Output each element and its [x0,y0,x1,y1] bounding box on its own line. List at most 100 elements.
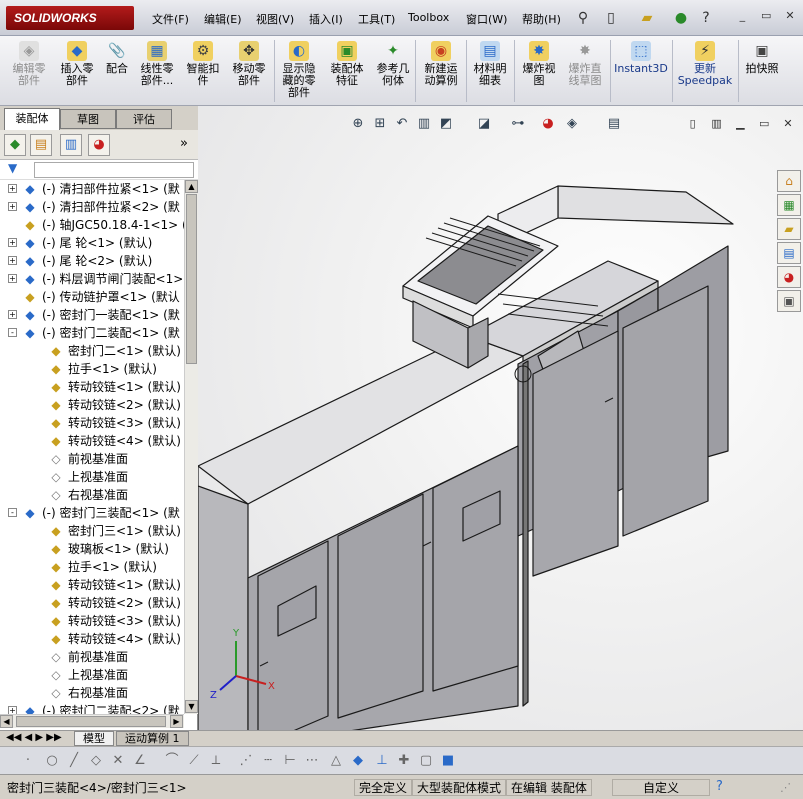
pin-icon[interactable]: ⚲ [574,9,592,27]
exploded-view-button[interactable]: ✸ 爆炸视 图 [516,38,562,104]
tree-item[interactable]: ◇ 前视基准面 [0,648,184,666]
tab-scroll-arrows-icon[interactable]: ◀◀ ◀ ▶ ▶▶ [6,732,62,743]
menu-insert[interactable]: 插入(I) [309,11,343,27]
resize-grip-icon[interactable]: ⋰ [780,781,791,794]
minimize-icon[interactable]: _ [733,8,751,24]
expand-icon[interactable]: + [8,184,17,193]
construction-line-icon[interactable]: ⋰ [236,751,256,771]
help-icon[interactable]: ? [716,779,723,794]
menu-file[interactable]: 文件(F) [152,11,189,27]
tree-item[interactable]: ◆ 玻璃板<1> (默认) [0,540,184,558]
status-custom-units[interactable]: 自定义 [612,779,710,796]
tree-horizontal-scrollbar[interactable]: ◀ ▶ [0,714,184,728]
graphics-area[interactable]: ⊕ ⊞ ↶ ▥ ◩ ◪ ⊶ ◕ ◈ ▤ ▯ ▥ ▁ ▭ ✕ ⌂ ▦ ▰ ▤ ◕ … [198,106,803,746]
tree-item[interactable]: ◆ 转动铰链<1> (默认) [0,576,184,594]
menu-tools[interactable]: 工具(T) [358,11,395,27]
edit-component-button[interactable]: ◈ 编辑零 部件 [6,38,52,104]
plane-icon[interactable]: △ [326,751,346,771]
tree-item[interactable]: ◆ 转动铰链<2> (默认) [0,594,184,612]
tab-motion-study[interactable]: 运动算例 1 [116,731,189,746]
take-snapshot-button[interactable]: ▣ 拍快照 [740,38,784,104]
menu-view[interactable]: 视图(V) [256,11,294,27]
tree-item[interactable]: + ◆ (-) 尾 轮<2> (默认) [0,252,184,270]
line-icon[interactable]: ╱ [64,751,84,771]
filter-icon[interactable]: ▼ [8,161,17,175]
tree-item[interactable]: - ◆ (-) 密封门二装配<1> (默 [0,324,184,342]
expand-panel-icon[interactable]: » [180,136,188,151]
offset-icon[interactable]: ⟂ [206,751,226,771]
tree-item[interactable]: + ◆ (-) 清扫部件拉紧<2> (默 [0,198,184,216]
box-icon[interactable]: ◆ [348,751,368,771]
circle-icon[interactable]: ○ [42,751,62,771]
reference-icon[interactable]: ✚ [394,751,414,771]
tree-item[interactable]: ◆ (-) 传动链护罩<1> (默认 [0,288,184,306]
tree-item[interactable]: ◆ (-) 轴JGC50.18.4-1<1> ( [0,216,184,234]
tree-item[interactable]: ◆ 拉手<1> (默认) [0,558,184,576]
tree-item[interactable]: + ◆ (-) 尾 轮<1> (默认) [0,234,184,252]
new-document-icon[interactable]: ▯ [602,9,620,27]
point-icon[interactable]: · [18,751,38,771]
instant3d-button[interactable]: ⬚ Instant3D [612,38,670,104]
tree-item[interactable]: - ◆ (-) 密封门三装配<1> (默 [0,504,184,522]
filter-input[interactable] [34,162,194,178]
traffic-light-icon[interactable]: ● [672,9,690,27]
cube-solid-icon[interactable]: ■ [438,751,458,771]
tree-item[interactable]: ◇ 上视基准面 [0,666,184,684]
open-folder-icon[interactable]: ▰ [638,9,656,27]
tree-item[interactable]: ◆ 转动铰链<3> (默认) [0,414,184,432]
scroll-left-icon[interactable]: ◀ [0,715,13,728]
expand-icon[interactable]: + [8,202,17,211]
cube-outline-icon[interactable]: ▢ [416,751,436,771]
tree-item[interactable]: ◇ 前视基准面 [0,450,184,468]
restore-icon[interactable]: ▭ [757,8,775,24]
chamfer-icon[interactable]: ⟋ [184,751,204,771]
tree-item[interactable]: ◆ 密封门二<1> (默认) [0,342,184,360]
tree-item[interactable]: + ◆ (-) 密封门二装配<2> (默 [0,702,184,714]
menu-toolbox[interactable]: Toolbox [408,11,449,24]
insert-components-button[interactable]: ◆ 插入零 部件 [54,38,100,104]
grid-icon[interactable]: ⋯ [302,751,322,771]
tree-item[interactable]: + ◆ (-) 清扫部件拉紧<1> (默 [0,180,184,198]
configuration-manager-icon[interactable]: ▥ [60,134,82,156]
help-icon[interactable]: ? [697,9,715,27]
polygon-icon[interactable]: ◇ [86,751,106,771]
assembly-features-button[interactable]: ▣ 装配体 特征 [324,38,370,104]
new-motion-study-button[interactable]: ◉ 新建运 动算例 [418,38,464,104]
tab-assembly[interactable]: 装配体 [4,108,60,130]
scroll-thumb[interactable] [16,716,166,727]
mate-button[interactable]: 📎 配合 [102,38,132,104]
explode-line-sketch-button[interactable]: ✸ 爆炸直 线草图 [562,38,608,104]
tab-model[interactable]: 模型 [74,731,114,746]
tree-item[interactable]: ◆ 拉手<1> (默认) [0,360,184,378]
scroll-thumb[interactable] [186,194,197,364]
close-icon[interactable]: ✕ [781,8,799,24]
smart-fasteners-button[interactable]: ⚙ 智能扣 件 [182,38,224,104]
collapse-icon[interactable]: - [8,508,17,517]
feature-manager-icon[interactable]: ◆ [4,134,26,156]
property-manager-icon[interactable]: ▤ [30,134,52,156]
trim-icon[interactable]: ✕ [108,751,128,771]
tree-item[interactable]: + ◆ (-) 料层调节闸门装配<1> [0,270,184,288]
expand-icon[interactable]: + [8,238,17,247]
fillet-icon[interactable]: ⌒ [162,751,182,771]
expand-icon[interactable]: + [8,310,17,319]
expand-icon[interactable]: + [8,706,17,714]
centerline-icon[interactable]: ┄ [258,751,278,771]
tab-sketch[interactable]: 草图 [60,109,116,129]
tree-item[interactable]: ◆ 转动铰链<2> (默认) [0,396,184,414]
tree-item[interactable]: ◆ 转动铰链<3> (默认) [0,612,184,630]
conveyor-3d-model[interactable]: Y X Z [198,106,803,746]
tree-item[interactable]: + ◆ (-) 密封门一装配<1> (默 [0,306,184,324]
tree-item[interactable]: ◆ 转动铰链<4> (默认) [0,432,184,450]
menu-window[interactable]: 窗口(W) [466,11,507,27]
axis-icon[interactable]: ⊥ [372,751,392,771]
move-component-button[interactable]: ✥ 移动零 部件 [226,38,272,104]
tree-item[interactable]: ◆ 转动铰链<4> (默认) [0,630,184,648]
tree-item[interactable]: ◆ 密封门三<1> (默认) [0,522,184,540]
update-speedpak-button[interactable]: ⚡ 更新 Speedpak [674,38,736,104]
tree-item[interactable]: ◇ 上视基准面 [0,468,184,486]
collapse-icon[interactable]: - [8,328,17,337]
bill-of-materials-button[interactable]: ▤ 材料明 细表 [468,38,512,104]
tab-evaluate[interactable]: 评估 [116,109,172,129]
dimension-icon[interactable]: ⊢ [280,751,300,771]
